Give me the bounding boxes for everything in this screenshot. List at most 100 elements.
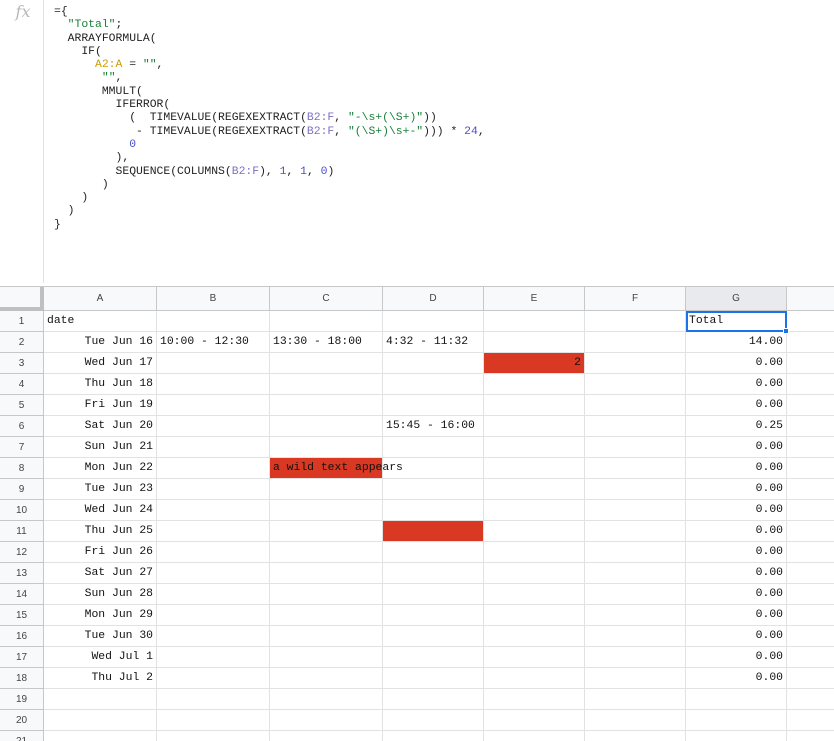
cell-f20[interactable] — [585, 710, 686, 731]
cell-e4[interactable] — [484, 374, 585, 395]
cell-f21[interactable] — [585, 731, 686, 741]
cell-d18[interactable] — [383, 668, 484, 689]
cell-h11[interactable] — [787, 521, 834, 542]
cell-a5[interactable]: Fri Jun 19 — [44, 395, 157, 416]
cell-c15[interactable] — [270, 605, 383, 626]
row-header-5[interactable]: 5 — [0, 395, 44, 416]
cell-b18[interactable] — [157, 668, 270, 689]
row-header-9[interactable]: 9 — [0, 479, 44, 500]
cell-d13[interactable] — [383, 563, 484, 584]
row-header-14[interactable]: 14 — [0, 584, 44, 605]
cell-h18[interactable] — [787, 668, 834, 689]
column-header-f[interactable]: F — [585, 287, 686, 311]
cell-a18[interactable]: Thu Jul 2 — [44, 668, 157, 689]
cell-a7[interactable]: Sun Jun 21 — [44, 437, 157, 458]
cell-g7[interactable]: 0.00 — [686, 437, 787, 458]
cell-c18[interactable] — [270, 668, 383, 689]
cell-b11[interactable] — [157, 521, 270, 542]
cell-c7[interactable] — [270, 437, 383, 458]
cell-h14[interactable] — [787, 584, 834, 605]
cell-f8[interactable] — [585, 458, 686, 479]
cell-b19[interactable] — [157, 689, 270, 710]
row-header-20[interactable]: 20 — [0, 710, 44, 731]
cell-e19[interactable] — [484, 689, 585, 710]
cell-c5[interactable] — [270, 395, 383, 416]
cell-e11[interactable] — [484, 521, 585, 542]
cell-d6[interactable]: 15:45 - 16:00 — [383, 416, 484, 437]
row-header-1[interactable]: 1 — [0, 311, 44, 332]
cell-a9[interactable]: Tue Jun 23 — [44, 479, 157, 500]
cell-e8[interactable] — [484, 458, 585, 479]
cell-b10[interactable] — [157, 500, 270, 521]
cell-h12[interactable] — [787, 542, 834, 563]
select-all-corner[interactable] — [0, 287, 44, 311]
cell-c19[interactable] — [270, 689, 383, 710]
cell-g10[interactable]: 0.00 — [686, 500, 787, 521]
cell-g4[interactable]: 0.00 — [686, 374, 787, 395]
cell-g3[interactable]: 0.00 — [686, 353, 787, 374]
cell-d3[interactable] — [383, 353, 484, 374]
cell-e16[interactable] — [484, 626, 585, 647]
cell-e7[interactable] — [484, 437, 585, 458]
cell-e3[interactable]: 2 — [484, 353, 585, 374]
cell-h3[interactable] — [787, 353, 834, 374]
cell-b9[interactable] — [157, 479, 270, 500]
cell-f9[interactable] — [585, 479, 686, 500]
row-header-6[interactable]: 6 — [0, 416, 44, 437]
cell-h17[interactable] — [787, 647, 834, 668]
cell-d11[interactable] — [383, 521, 484, 542]
cell-h21[interactable] — [787, 731, 834, 741]
cell-g13[interactable]: 0.00 — [686, 563, 787, 584]
cell-e9[interactable] — [484, 479, 585, 500]
cell-h19[interactable] — [787, 689, 834, 710]
cell-f2[interactable] — [585, 332, 686, 353]
cell-c8[interactable]: a wild text appears — [270, 458, 403, 479]
cell-d17[interactable] — [383, 647, 484, 668]
column-header-a[interactable]: A — [44, 287, 157, 311]
cell-b1[interactable] — [157, 311, 270, 332]
cell-g18[interactable]: 0.00 — [686, 668, 787, 689]
cell-c10[interactable] — [270, 500, 383, 521]
cell-b12[interactable] — [157, 542, 270, 563]
cell-e18[interactable] — [484, 668, 585, 689]
cell-g9[interactable]: 0.00 — [686, 479, 787, 500]
cell-c1[interactable] — [270, 311, 383, 332]
cell-c3[interactable] — [270, 353, 383, 374]
cell-d1[interactable] — [383, 311, 484, 332]
row-header-16[interactable]: 16 — [0, 626, 44, 647]
cell-d5[interactable] — [383, 395, 484, 416]
cell-c21[interactable] — [270, 731, 383, 741]
cell-d21[interactable] — [383, 731, 484, 741]
cell-g6[interactable]: 0.25 — [686, 416, 787, 437]
cell-b13[interactable] — [157, 563, 270, 584]
cell-c13[interactable] — [270, 563, 383, 584]
row-header-13[interactable]: 13 — [0, 563, 44, 584]
cell-b17[interactable] — [157, 647, 270, 668]
cell-b14[interactable] — [157, 584, 270, 605]
cell-b4[interactable] — [157, 374, 270, 395]
cell-a13[interactable]: Sat Jun 27 — [44, 563, 157, 584]
cell-b16[interactable] — [157, 626, 270, 647]
cell-f4[interactable] — [585, 374, 686, 395]
cell-f7[interactable] — [585, 437, 686, 458]
cell-d16[interactable] — [383, 626, 484, 647]
cell-e13[interactable] — [484, 563, 585, 584]
column-header-h[interactable] — [787, 287, 834, 311]
cell-h16[interactable] — [787, 626, 834, 647]
cell-a8[interactable]: Mon Jun 22 — [44, 458, 157, 479]
cell-g15[interactable]: 0.00 — [686, 605, 787, 626]
cell-h15[interactable] — [787, 605, 834, 626]
row-header-11[interactable]: 11 — [0, 521, 44, 542]
column-header-c[interactable]: C — [270, 287, 383, 311]
cell-g11[interactable]: 0.00 — [686, 521, 787, 542]
cell-f14[interactable] — [585, 584, 686, 605]
cell-g14[interactable]: 0.00 — [686, 584, 787, 605]
cell-g16[interactable]: 0.00 — [686, 626, 787, 647]
row-header-19[interactable]: 19 — [0, 689, 44, 710]
cell-g20[interactable] — [686, 710, 787, 731]
cell-c9[interactable] — [270, 479, 383, 500]
cell-e12[interactable] — [484, 542, 585, 563]
cell-f3[interactable] — [585, 353, 686, 374]
cell-f1[interactable] — [585, 311, 686, 332]
cell-b20[interactable] — [157, 710, 270, 731]
